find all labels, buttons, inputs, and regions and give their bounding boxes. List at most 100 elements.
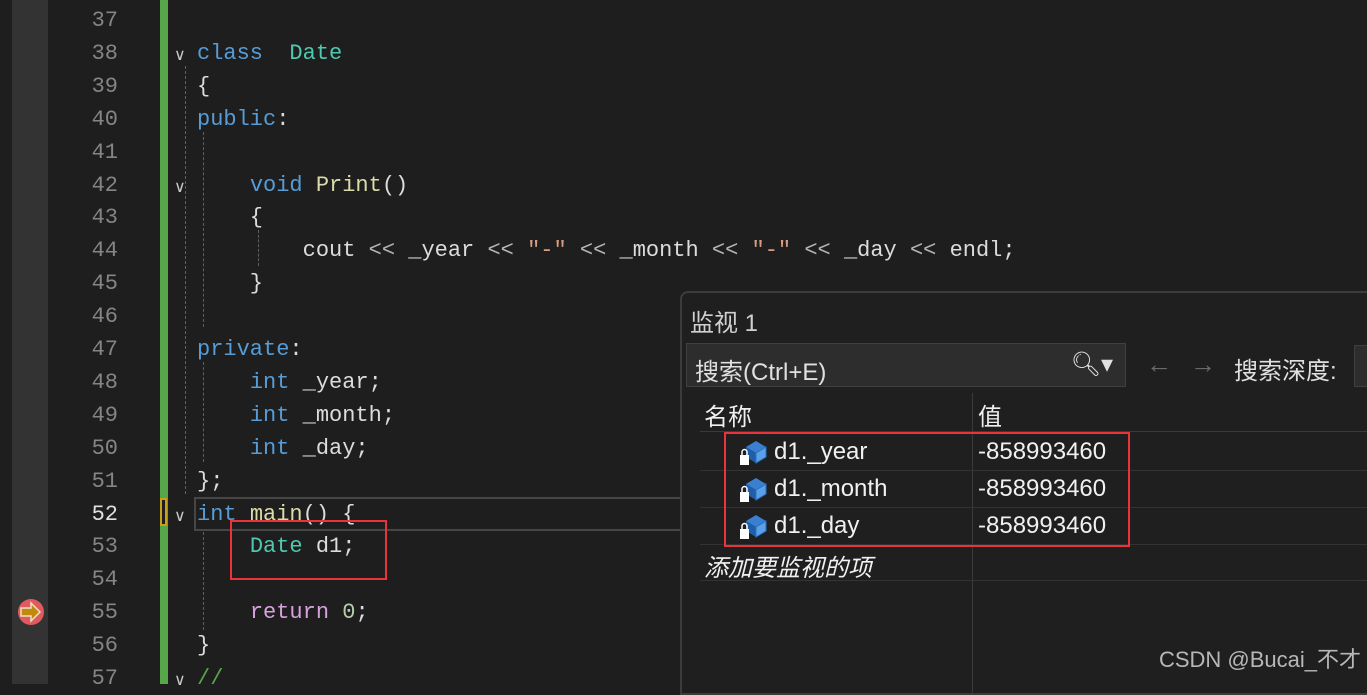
line-number: 48 [91, 369, 118, 395]
line-number: 41 [91, 139, 118, 165]
code-line[interactable]: int _year; [197, 366, 382, 399]
magnifier-icon[interactable]: 🔍︎▾ [1070, 350, 1113, 379]
code-token: "-" [527, 238, 567, 264]
code-token: return [249, 600, 330, 626]
code-token: << [909, 238, 937, 264]
code-token: { [197, 205, 264, 231]
code-line[interactable]: void Print() [197, 169, 408, 202]
code-token: { [197, 73, 211, 99]
code-token: ; [355, 600, 369, 626]
indent-guide [258, 230, 259, 266]
indent-guide [203, 132, 204, 327]
code-token: }; [197, 468, 224, 494]
line-number: 49 [91, 402, 118, 428]
code-token: int [249, 435, 290, 461]
code-token: int [249, 369, 290, 395]
line-number: 51 [91, 468, 118, 494]
code-line[interactable]: int _day; [197, 432, 369, 465]
search-depth-select[interactable] [1354, 345, 1367, 387]
code-token: () [381, 172, 409, 198]
line-number: 47 [91, 337, 118, 362]
code-line[interactable]: cout << _year << "-" << _month << "-" <<… [197, 234, 1016, 267]
line-number: 38 [91, 40, 118, 66]
fold-chevron-icon[interactable]: ∨ [174, 670, 192, 689]
code-token: cout [197, 238, 369, 264]
breakpoint-margin[interactable] [0, 0, 48, 684]
code-token: _year; [289, 369, 382, 395]
indent-guide [203, 362, 204, 462]
code-token: _year [395, 238, 488, 264]
code-token: _month; [289, 402, 396, 428]
code-token: // [197, 666, 224, 691]
code-token: << [579, 238, 607, 264]
line-number: 53 [91, 534, 118, 560]
search-depth-label: 搜索深度: [1234, 358, 1337, 385]
code-token: _day; [289, 435, 369, 461]
line-number: 43 [91, 205, 118, 231]
code-token: << [804, 238, 831, 264]
highlight-box [230, 520, 387, 580]
column-name[interactable]: 名称 [704, 397, 752, 432]
line-number: 50 [91, 435, 118, 461]
watermark: CSDN @Bucai_不才 [1158, 647, 1361, 672]
code-line[interactable]: } [197, 267, 263, 300]
code-token: << [711, 238, 739, 264]
line-number: 55 [91, 600, 118, 626]
code-token: private [197, 337, 290, 362]
code-token: : [289, 337, 303, 362]
watch-title: 监视 1 [690, 310, 759, 337]
code-line[interactable]: private: [197, 333, 303, 366]
code-token: << [487, 238, 514, 264]
code-token: : [276, 106, 290, 132]
code-line[interactable]: return 0; [197, 596, 369, 629]
current-line-marker [160, 498, 167, 526]
fold-chevron-icon[interactable]: ∨ [174, 506, 192, 525]
line-number: 56 [91, 633, 118, 659]
line-number: 37 [91, 8, 118, 33]
code-token: Date [289, 40, 343, 66]
code-token: Print [315, 172, 382, 198]
add-watch-row[interactable]: 添加要监视的项 [700, 543, 1367, 583]
code-line[interactable]: { [197, 201, 263, 234]
current-statement-arrow-icon [18, 599, 44, 625]
code-token: } [197, 271, 264, 297]
code-token: public [197, 106, 277, 132]
line-number: 46 [91, 304, 118, 330]
line-number: 54 [91, 567, 118, 593]
line-number: 45 [91, 271, 118, 297]
fold-chevron-icon[interactable]: ∨ [174, 177, 192, 196]
code-token: _day [830, 238, 910, 264]
code-line[interactable]: class Date [197, 37, 342, 70]
code-line[interactable]: public: [197, 103, 289, 136]
code-line[interactable]: } [197, 629, 210, 662]
column-value[interactable]: 值 [978, 397, 1002, 432]
fold-chevron-icon[interactable]: ∨ [174, 45, 192, 64]
line-number: 42 [91, 172, 118, 198]
forward-arrow-icon[interactable]: → [1190, 349, 1216, 380]
code-line[interactable]: int _month; [197, 399, 395, 432]
line-number: 44 [91, 238, 118, 264]
watch-panel: 监视 1 搜索(Ctrl+E) 🔍︎▾ ← → 搜索深度: 名称 值 d1._y… [680, 291, 1367, 695]
code-token: class [197, 40, 264, 66]
code-token: } [197, 633, 211, 659]
add-watch-placeholder[interactable]: 添加要监视的项 [704, 548, 872, 583]
code-token: int [249, 402, 290, 428]
code-line[interactable]: }; [197, 465, 223, 498]
code-line[interactable]: // [197, 662, 223, 695]
code-line[interactable]: { [197, 70, 210, 103]
back-arrow-icon[interactable]: ← [1146, 349, 1172, 380]
watch-search-input[interactable]: 搜索(Ctrl+E) 🔍︎▾ [686, 343, 1126, 387]
code-token: 0 [342, 600, 356, 626]
indent-guide [185, 66, 186, 494]
highlight-box [724, 432, 1130, 547]
